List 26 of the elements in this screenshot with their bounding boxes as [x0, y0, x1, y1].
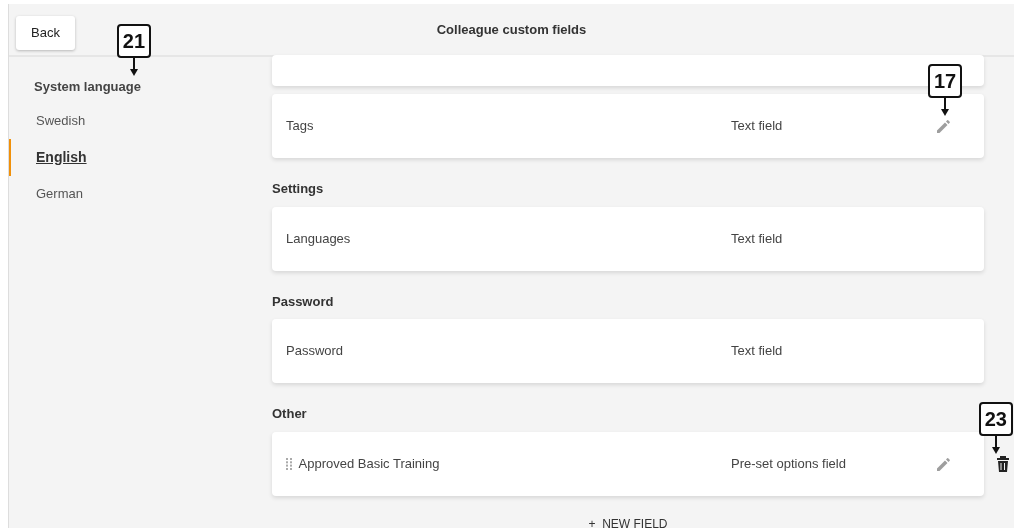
section-heading: Other: [272, 405, 308, 423]
section-heading: Password: [272, 292, 335, 311]
page-title: Colleague custom fields: [436, 20, 587, 39]
drag-handle-icon[interactable]: [286, 457, 292, 470]
callout-arrow: [940, 98, 950, 116]
back-button[interactable]: Back: [16, 16, 75, 50]
delete-icon[interactable]: [996, 454, 1010, 473]
callout-number: 23: [978, 401, 1013, 436]
language-item[interactable]: Swedish: [9, 103, 272, 139]
callout-arrow: [128, 58, 139, 76]
new-field-button[interactable]: + NEW FIELD: [588, 515, 668, 528]
field-name: Approved Basic Training: [298, 454, 440, 473]
field-type: Pre-set options field: [731, 454, 847, 473]
field-type: Text field: [731, 229, 784, 248]
callout-arrow: [990, 435, 1001, 454]
field-name: Password: [286, 342, 344, 361]
field-type: Text field: [731, 117, 784, 136]
field-name: Tags: [286, 117, 314, 136]
language-item[interactable]: German: [9, 175, 272, 211]
section-heading: Settings: [272, 180, 325, 198]
callout-number: 17: [927, 64, 963, 98]
callout-number: 21: [116, 24, 152, 58]
edit-icon[interactable]: [935, 117, 953, 135]
field-type: Text field: [731, 342, 784, 361]
sidebar-heading: System language: [34, 78, 141, 96]
field-name: Languages: [286, 229, 351, 248]
